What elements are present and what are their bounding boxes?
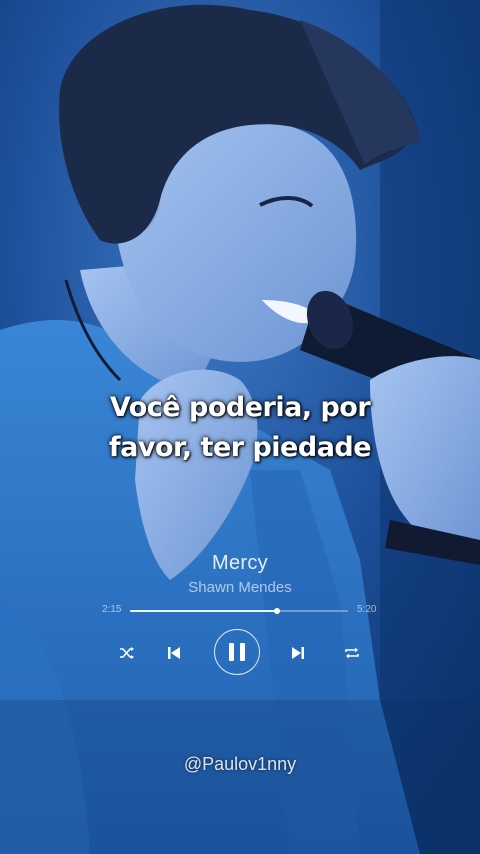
pause-button[interactable]	[214, 629, 260, 675]
pause-icon-bar-right	[240, 643, 245, 661]
progress-fill	[130, 610, 278, 612]
lyric-line-2: favor, ter piedade	[108, 432, 372, 463]
song-artist: Shawn Mendes	[188, 579, 292, 596]
next-icon[interactable]	[290, 645, 306, 661]
song-title: Mercy	[212, 552, 268, 574]
repeat-icon[interactable]	[343, 646, 361, 660]
shuffle-icon[interactable]	[119, 646, 135, 660]
total-time: 5:20	[357, 604, 377, 615]
lyric-line-1: Você poderia, por	[109, 392, 371, 423]
progress-bar[interactable]	[130, 608, 348, 614]
creator-watermark: @Paulov1nny	[183, 754, 297, 774]
previous-icon[interactable]	[166, 645, 182, 661]
elapsed-time: 2:15	[102, 604, 122, 615]
pause-icon-bar-left	[229, 643, 234, 661]
